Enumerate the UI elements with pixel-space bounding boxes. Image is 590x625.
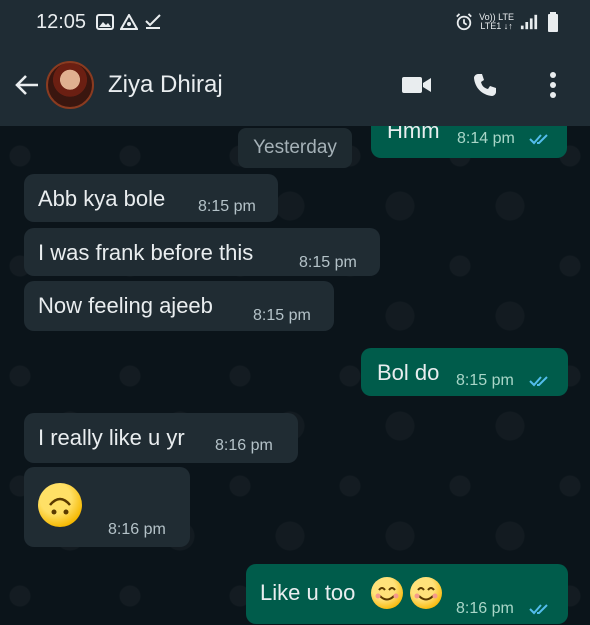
- upside-down-face-icon: [38, 483, 82, 527]
- image-icon: [96, 13, 115, 31]
- network-label: Vo)) LTE LTE1 ↓↑: [479, 13, 514, 31]
- message-text: I was frank before this: [38, 240, 254, 265]
- message-time: 8:16 pm: [108, 521, 166, 538]
- message-bubble-incoming[interactable]: I was frank before this 8:15 pm: [24, 228, 380, 276]
- message-bubble-outgoing[interactable]: Bol do 8:15 pm: [361, 348, 568, 396]
- message-text: Now feeling ajeeb: [38, 293, 213, 318]
- battery-icon: [544, 12, 562, 32]
- message-time: 8:16 pm: [215, 437, 273, 454]
- date-separator: Yesterday: [238, 128, 352, 168]
- chat-area[interactable]: Hmm 8:14 pm Yesterday Abb kya bole 8:15 …: [0, 126, 590, 625]
- signal-icon: [520, 13, 538, 31]
- message-bubble-outgoing[interactable]: Like u too 8:16 pm: [246, 564, 568, 624]
- message-text: Bol do: [377, 360, 440, 385]
- message-time: 8:15 pm: [198, 198, 256, 215]
- back-button[interactable]: [10, 68, 44, 102]
- message-bubble-incoming[interactable]: I really like u yr 8:16 pm: [24, 413, 298, 463]
- arrow-left-icon: [15, 75, 38, 95]
- message-text: Abb kya bole: [38, 186, 166, 211]
- smiling-face-icon: [410, 577, 442, 609]
- message-time: 8:15 pm: [456, 372, 514, 389]
- drive-icon: [120, 13, 139, 31]
- message-bubble-incoming[interactable]: Now feeling ajeeb 8:15 pm: [24, 281, 334, 331]
- message-time: 8:15 pm: [299, 254, 357, 271]
- header-actions: [402, 70, 568, 100]
- voice-call-button[interactable]: [470, 70, 500, 100]
- status-bar: 12:05 Vo)) LTE LTE1 ↓↑: [0, 0, 590, 44]
- phone-icon: [474, 74, 496, 96]
- alarm-icon: [455, 13, 473, 31]
- message-bubble-outgoing[interactable]: Hmm 8:14 pm: [371, 126, 567, 158]
- message-text: Hmm: [387, 126, 440, 143]
- contact-name[interactable]: Ziya Dhiraj: [108, 71, 223, 99]
- download-done-icon: [144, 13, 162, 31]
- message-text: I really like u yr: [38, 425, 185, 450]
- network-bottom-label: LTE1 ↓↑: [480, 21, 513, 31]
- more-options-button[interactable]: [538, 70, 568, 100]
- smiling-face-icon: [371, 577, 403, 609]
- message-bubble-incoming[interactable]: 8:16 pm: [24, 467, 190, 547]
- message-bubble-incoming[interactable]: Abb kya bole 8:15 pm: [24, 174, 278, 222]
- message-time: 8:15 pm: [253, 307, 311, 324]
- video-camera-icon: [402, 77, 431, 93]
- double-check-icon: [529, 376, 548, 387]
- notification-icons: [96, 13, 162, 31]
- message-time: 8:16 pm: [456, 600, 514, 617]
- status-time: 12:05: [36, 10, 87, 33]
- double-check-icon: [529, 604, 548, 615]
- double-check-icon: [529, 134, 548, 145]
- message-text: Like u too: [260, 580, 356, 605]
- avatar[interactable]: [46, 61, 94, 109]
- video-call-button[interactable]: [402, 70, 432, 100]
- system-icons: Vo)) LTE LTE1 ↓↑: [455, 12, 562, 32]
- message-time: 8:14 pm: [457, 130, 515, 147]
- chat-header: Ziya Dhiraj: [0, 44, 590, 126]
- more-vertical-icon: [550, 72, 556, 98]
